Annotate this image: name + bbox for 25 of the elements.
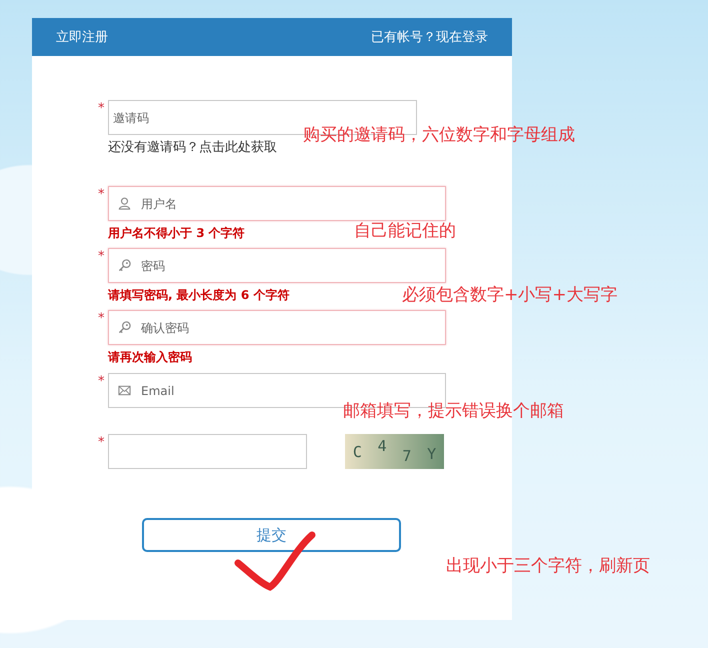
annotation-note: 必须包含数字+小写+大写字 bbox=[402, 284, 618, 306]
captcha-character: C bbox=[352, 442, 362, 460]
annotation-note: 自己能记住的 bbox=[354, 220, 456, 242]
captcha-input-field[interactable] bbox=[108, 434, 307, 469]
error-message: 请填写密码, 最小长度为 6 个字符 bbox=[108, 287, 290, 303]
get-invite-code-link[interactable]: 还没有邀请码？点击此处获取 bbox=[108, 139, 277, 156]
error-message: 请再次输入密码 bbox=[108, 349, 192, 365]
required-asterisk: * bbox=[98, 250, 106, 264]
captcha-character: Y bbox=[427, 444, 436, 462]
username-field[interactable]: 用户名 bbox=[108, 186, 446, 221]
password-field[interactable]: 确认密码 bbox=[108, 310, 446, 345]
required-asterisk: * bbox=[98, 436, 106, 450]
captcha-character: 4 bbox=[378, 436, 387, 454]
password-field[interactable]: 密码 bbox=[108, 248, 446, 283]
required-asterisk: * bbox=[98, 375, 106, 389]
register-title: 立即注册 bbox=[56, 29, 108, 46]
captcha-character: 7 bbox=[402, 446, 412, 464]
error-message: 用户名不得小于 3 个字符 bbox=[108, 225, 245, 241]
captcha-image[interactable]: C 4 7 Y bbox=[345, 434, 444, 469]
required-asterisk: * bbox=[98, 188, 106, 202]
annotation-note: 出现小于三个字符，刷新页 bbox=[446, 555, 650, 577]
login-link[interactable]: 已有帐号？现在登录 bbox=[371, 28, 488, 46]
required-asterisk: * bbox=[98, 102, 106, 116]
submit-button[interactable]: 提交 bbox=[142, 518, 401, 552]
required-asterisk: * bbox=[98, 312, 106, 326]
